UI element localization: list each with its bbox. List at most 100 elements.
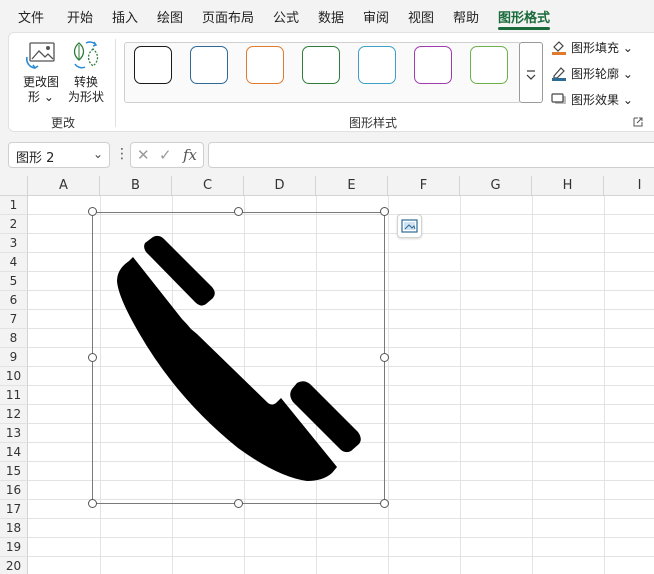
column-header-c[interactable]: C (172, 176, 244, 196)
effects-icon (551, 93, 566, 104)
name-box[interactable]: 图形 2 ⌄ (8, 142, 110, 168)
resize-handle-bottom[interactable] (234, 499, 243, 508)
graphic-fill-button[interactable]: 图形填充 ⌄ (551, 39, 633, 56)
tab-home[interactable]: 开始 (67, 7, 93, 26)
style-swatch-2[interactable] (190, 46, 228, 84)
style-swatch-7[interactable] (470, 46, 508, 84)
row-header-12[interactable]: 12 (0, 405, 28, 424)
row-header-2[interactable]: 2 (0, 215, 28, 234)
excel-window: 文件 开始 插入 绘图 页面布局 公式 数据 审阅 视图 帮助 图形格式 更改图… (0, 0, 654, 574)
style-swatch-4[interactable] (302, 46, 340, 84)
row-header-15[interactable]: 15 (0, 462, 28, 481)
row-header-9[interactable]: 9 (0, 348, 28, 367)
pen-outline-icon (552, 67, 566, 81)
formula-bar: 图形 2 ⌄ ⋮ ✕ ✓ fx (0, 140, 654, 172)
resize-handle-right[interactable] (380, 353, 389, 362)
row-header-8[interactable]: 8 (0, 329, 28, 348)
row-header-16[interactable]: 16 (0, 481, 28, 500)
column-header-h[interactable]: H (532, 176, 604, 196)
tab-formulas[interactable]: 公式 (273, 7, 299, 26)
resize-handle-bottom-right[interactable] (380, 499, 389, 508)
tab-review[interactable]: 审阅 (363, 7, 389, 26)
tab-draw[interactable]: 绘图 (157, 7, 183, 26)
row-header-19[interactable]: 19 (0, 538, 28, 557)
column-header-f[interactable]: F (388, 176, 460, 196)
row-header-13[interactable]: 13 (0, 424, 28, 443)
more-options-icon[interactable]: ⋮ (115, 146, 129, 162)
style-swatch-6[interactable] (414, 46, 452, 84)
row-header-17[interactable]: 17 (0, 500, 28, 519)
resize-handle-top-left[interactable] (88, 207, 97, 216)
worksheet-grid[interactable]: A B C D E F G H I 1 2 3 4 5 6 7 8 9 10 1… (0, 176, 654, 574)
column-header-i[interactable]: I (604, 176, 654, 196)
change-graphic-label: 更改图 (22, 75, 59, 89)
layout-options-button[interactable] (397, 214, 422, 238)
select-all-corner[interactable] (0, 176, 28, 196)
row-header-1[interactable]: 1 (0, 196, 28, 215)
row-header-14[interactable]: 14 (0, 443, 28, 462)
tab-insert[interactable]: 插入 (112, 7, 138, 26)
row-header-5[interactable]: 5 (0, 272, 28, 291)
resize-handle-top[interactable] (234, 207, 243, 216)
column-header-d[interactable]: D (244, 176, 316, 196)
convert-to-shape-icon (73, 41, 99, 69)
dialog-launcher-icon[interactable] (633, 117, 643, 127)
styles-group-label: 图形样式 (349, 116, 398, 130)
group-separator (115, 39, 116, 127)
menu-bar: 文件 开始 插入 绘图 页面布局 公式 数据 审阅 视图 帮助 图形格式 (0, 0, 654, 32)
grid-line (28, 556, 654, 557)
graphic-effects-label: 图形效果 (571, 93, 620, 107)
name-box-value: 图形 2 (16, 151, 55, 166)
tab-graphics-format[interactable]: 图形格式 (498, 7, 550, 26)
paint-bucket-icon (552, 41, 566, 55)
grid-line (28, 518, 654, 519)
chevron-down-icon: ⌄ (92, 147, 103, 161)
column-header-g[interactable]: G (460, 176, 532, 196)
style-swatch-3[interactable] (246, 46, 284, 84)
tab-page-layout[interactable]: 页面布局 (202, 7, 254, 26)
row-header-18[interactable]: 18 (0, 519, 28, 538)
row-header-3[interactable]: 3 (0, 234, 28, 253)
convert-label-1: 转换 (73, 75, 98, 89)
row-header-11[interactable]: 11 (0, 386, 28, 405)
grid-line (28, 537, 654, 538)
column-header-b[interactable]: B (100, 176, 172, 196)
gallery-more-button[interactable] (519, 42, 543, 103)
formula-input[interactable] (208, 142, 654, 168)
row-header-4[interactable]: 4 (0, 253, 28, 272)
tab-view[interactable]: 视图 (408, 7, 434, 26)
graphic-outline-label: 图形轮廓 (571, 67, 620, 81)
style-swatch-5[interactable] (358, 46, 396, 84)
resize-handle-left[interactable] (88, 353, 97, 362)
style-swatch-1[interactable] (134, 46, 172, 84)
selected-graphic[interactable] (92, 212, 385, 504)
column-header-a[interactable]: A (28, 176, 100, 196)
layout-options-icon (401, 219, 418, 233)
cancel-icon[interactable]: ✕ (137, 146, 150, 164)
change-graphic-button[interactable]: 更改图 形 ⌄ (19, 41, 63, 105)
change-group-label: 更改 (51, 116, 76, 130)
change-graphic-icon (25, 42, 55, 70)
row-header-20[interactable]: 20 (0, 557, 28, 574)
convert-to-shape-button[interactable]: 转换 为形状 (65, 39, 107, 105)
insert-function-icon[interactable]: fx (183, 146, 197, 164)
phone-handset-icon (117, 235, 361, 481)
graphic-effects-button[interactable]: 图形效果 ⌄ (551, 91, 633, 108)
row-header-6[interactable]: 6 (0, 291, 28, 310)
ribbon: 更改图 形 ⌄ 转换 为形状 更改 图形样式 图形填充 ⌄ 图形轮廓 ⌄ 图形效… (8, 32, 654, 132)
expand-gallery-icon (526, 70, 536, 80)
row-header-10[interactable]: 10 (0, 367, 28, 386)
enter-check-icon[interactable]: ✓ (159, 146, 172, 164)
graphic-outline-button[interactable]: 图形轮廓 ⌄ (551, 65, 633, 82)
tab-data[interactable]: 数据 (318, 7, 344, 26)
resize-handle-bottom-left[interactable] (88, 499, 97, 508)
tab-help[interactable]: 帮助 (453, 7, 479, 26)
active-tab-indicator (498, 27, 550, 30)
row-header-7[interactable]: 7 (0, 310, 28, 329)
resize-handle-top-right[interactable] (380, 207, 389, 216)
tab-file[interactable]: 文件 (18, 7, 44, 26)
graphic-fill-label: 图形填充 (571, 41, 620, 55)
column-header-e[interactable]: E (316, 176, 388, 196)
formula-actions: ✕ ✓ fx (130, 142, 204, 168)
convert-label-2: 为形状 (67, 90, 104, 104)
